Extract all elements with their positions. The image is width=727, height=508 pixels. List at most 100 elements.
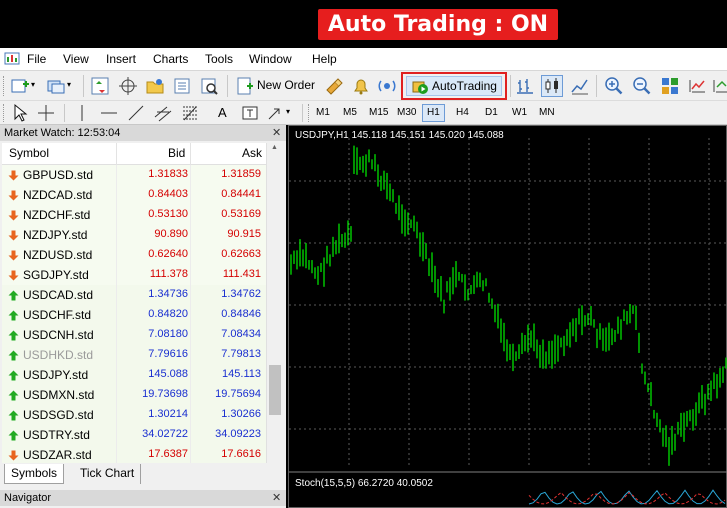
table-row[interactable]: USDCHF.std 0.84820 0.84846 [2,305,266,325]
arrow-up-icon [8,370,19,381]
autotrading-button-highlight[interactable]: AutoTrading [401,72,507,100]
table-row[interactable]: USDCAD.std 1.34736 1.34762 [2,285,266,305]
table-row[interactable]: NZDCHF.std 0.53130 0.53169 [2,205,266,225]
column-divider [116,405,117,425]
ask-cell: 0.84441 [221,188,261,200]
signals-icon[interactable] [377,76,397,96]
timeframe-mn-button[interactable]: MN [539,107,555,118]
menu-view[interactable]: View [63,52,89,66]
table-row[interactable]: USDZAR.std 17.6387 17.6616 [2,445,266,463]
profiles-icon[interactable] [46,76,66,96]
new-order-icon[interactable] [235,76,255,96]
table-row[interactable]: SGDJPY.std 111.378 111.431 [2,265,266,285]
close-icon[interactable]: ✕ [272,126,281,139]
chart-shift-icon[interactable] [687,76,707,96]
menu-tools[interactable]: Tools [205,52,233,66]
line-chart-icon[interactable] [570,76,590,96]
table-row[interactable]: NZDCAD.std 0.84403 0.84441 [2,185,266,205]
timeframe-m15-button[interactable]: M15 [369,107,388,118]
scrollbar-thumb[interactable] [269,365,281,415]
column-divider [116,225,117,245]
tab-tick-chart[interactable]: Tick Chart [74,464,142,484]
bar-chart-icon[interactable] [515,76,535,96]
chart-window[interactable]: USDJPY,H1 145.118 145.151 145.020 145.08… [288,125,727,508]
timeframe-h4-button[interactable]: H4 [456,107,469,118]
table-row[interactable]: NZDUSD.std 0.62640 0.62663 [2,245,266,265]
column-divider[interactable] [190,143,191,165]
ask-cell: 1.31859 [221,168,261,180]
chevron-down-icon[interactable]: ▾ [31,80,35,89]
alerts-icon[interactable] [351,76,371,96]
column-divider [190,385,191,405]
toolbar-grip[interactable] [3,76,6,96]
arrow-down-icon [8,230,19,241]
crosshair-target-icon[interactable] [118,76,138,96]
symbol-cell: USDHKD.std [23,348,94,362]
table-row[interactable]: GBPUSD.std 1.31833 1.31859 [2,165,266,185]
price-chart[interactable] [289,126,727,508]
candlestick-chart-icon[interactable] [541,75,563,97]
menu-help[interactable]: Help [312,52,337,66]
timeframe-m1-button[interactable]: M1 [316,107,330,118]
arrows-icon[interactable] [265,103,285,123]
market-watch-icon[interactable] [90,76,110,96]
tile-windows-icon[interactable] [660,76,680,96]
chevron-down-icon[interactable]: ▾ [286,107,290,116]
table-row[interactable]: USDCNH.std 7.08180 7.08434 [2,325,266,345]
timeframe-h1-button[interactable]: H1 [422,104,445,122]
menu-charts[interactable]: Charts [153,52,188,66]
column-header-bid[interactable]: Bid [168,146,185,160]
trendline-icon[interactable] [126,103,146,123]
new-order-button[interactable]: New Order [257,78,315,92]
close-icon[interactable]: ✕ [272,491,281,504]
timeframe-m30-button[interactable]: M30 [397,107,416,118]
cursor-arrow-icon[interactable] [10,103,30,123]
autotrading-button[interactable]: AutoTrading [406,76,502,96]
new-chart-icon[interactable] [10,76,30,96]
chevron-down-icon[interactable]: ▾ [67,80,71,89]
scroll-up-icon[interactable]: ▲ [271,144,278,151]
timeframe-w1-button[interactable]: W1 [512,107,527,118]
strategy-tester-icon[interactable] [199,76,219,96]
timeframe-m5-button[interactable]: M5 [343,107,357,118]
table-row[interactable]: USDHKD.std 7.79616 7.79813 [2,345,266,365]
vertical-scrollbar[interactable]: ▲ [266,143,282,463]
channel-icon[interactable] [153,103,173,123]
autotrading-play-icon [412,81,428,94]
column-divider [116,365,117,385]
column-divider[interactable] [116,143,117,165]
text-tool-icon[interactable]: A [218,105,227,120]
symbol-cell: USDSGD.std [23,408,94,422]
column-header-symbol[interactable]: Symbol [9,146,49,160]
timeframe-d1-button[interactable]: D1 [485,107,498,118]
symbol-cell: USDCAD.std [23,288,94,302]
metaeditor-icon[interactable] [324,76,344,96]
menu-insert[interactable]: Insert [106,52,136,66]
symbol-cell: USDMXN.std [23,388,95,402]
toolbar-grip[interactable] [308,104,311,122]
terminal-icon[interactable] [172,76,192,96]
zoom-in-icon[interactable] [604,76,624,96]
zoom-out-icon[interactable] [632,76,652,96]
tab-symbols[interactable]: Symbols [4,464,65,484]
table-row[interactable]: USDJPY.std 145.088 145.113 [2,365,266,385]
toolbar-grip[interactable] [3,104,6,122]
fibonacci-icon[interactable] [180,103,200,123]
table-row[interactable]: NZDJPY.std 90.890 90.915 [2,225,266,245]
table-row[interactable]: USDTRY.std 34.02722 34.09223 [2,425,266,445]
horizontal-line-icon[interactable] [99,103,119,123]
menu-window[interactable]: Window [249,52,292,66]
autoscroll-icon[interactable] [711,76,727,96]
table-row[interactable]: USDMXN.std 19.73698 19.75694 [2,385,266,405]
navigator-folder-icon[interactable] [145,76,165,96]
text-label-icon[interactable] [240,103,260,123]
line-studies-toolbar: A ▾ M1 M5 M15 M30 H1 H4 D1 W1 MN [0,100,727,125]
column-header-ask[interactable]: Ask [242,146,262,160]
arrow-up-icon [8,410,19,421]
column-divider [190,405,191,425]
bid-cell: 1.34736 [148,288,188,300]
vertical-line-icon[interactable] [72,103,92,123]
crosshair-icon[interactable] [36,103,56,123]
menu-file[interactable]: File [27,52,46,66]
table-row[interactable]: USDSGD.std 1.30214 1.30266 [2,405,266,425]
